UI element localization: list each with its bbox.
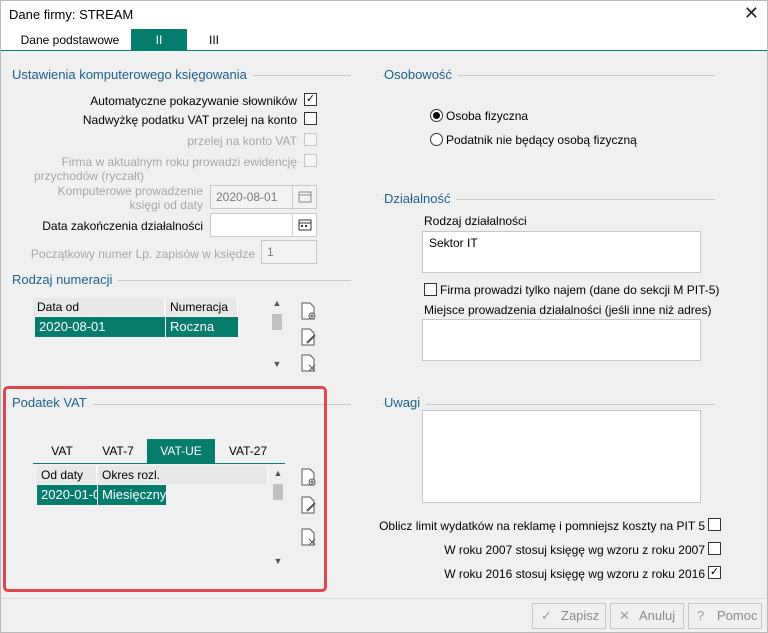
notes-opt1-label: Oblicz limit wydatków na reklamę i pomni… [379,519,705,533]
numbering-section-title: Rodzaj numeracji [12,272,119,287]
check-icon: ✓ [541,608,552,623]
vat-transfer-checkbox[interactable] [304,133,317,146]
vat-highlight-frame [3,386,327,592]
tab-dane-podstawowe[interactable]: Dane podstawowe [9,29,131,51]
window-title: Dane firmy: STREAM [9,7,134,22]
footer-divider [1,598,767,599]
radio-podatnik[interactable] [430,133,443,146]
start-lp-label: Początkowy numer Lp. zapisów w księdze [30,247,255,261]
start-lp-value: 1 [267,245,274,259]
auto-dict-checkbox[interactable]: ✓ [304,93,317,106]
tab-ii[interactable]: II [131,29,187,51]
save-button-label: Zapisz [561,608,600,623]
scroll-up-icon[interactable]: ▲ [270,298,284,312]
scroll-down-icon[interactable]: ▼ [270,359,284,373]
save-button[interactable]: ✓ Zapisz [532,603,606,629]
column-header[interactable]: Numeracja [166,298,238,316]
edit-document-icon[interactable] [299,327,317,347]
radio-osoba-fizyczna-label: Osoba fizyczna [446,109,529,123]
end-date-label: Data zakończenia działalności [42,219,203,233]
title-bar: Dane firmy: STREAM ✕ [1,1,767,29]
notes-opt1-checkbox[interactable] [708,518,721,531]
dialog-window: Dane firmy: STREAM ✕ Dane podstawowe II … [0,0,768,633]
rent-only-label: Firma prowadzi tylko najem (dane do sekc… [440,283,720,297]
activity-place-field[interactable] [422,319,701,361]
auto-dict-label: Automatyczne pokazywanie słowników [90,94,297,108]
help-button-label: Pomoc [717,608,758,623]
computer-from-label-1: Komputerowe prowadzenie [57,184,203,198]
numbering-row-type[interactable]: Roczna [166,317,238,337]
accounting-section-title: Ustawienia komputerowego księgowania [12,67,253,82]
vat-surplus-checkbox[interactable] [304,112,317,125]
section-divider [383,404,715,405]
notes-section-title: Uwagi [384,395,427,410]
tab-iii[interactable]: III [187,29,241,51]
personality-section-title: Osobowość [384,67,458,82]
notes-opt2-checkbox[interactable] [708,542,721,555]
radio-osoba-fizyczna[interactable] [430,109,443,122]
activity-section-title: Działalność [384,191,457,206]
close-icon[interactable]: ✕ [744,3,759,24]
calendar-icon[interactable] [292,186,316,208]
scroll-thumb[interactable] [272,314,282,330]
numbering-scrollbar[interactable]: ▲ ▼ [270,298,284,373]
cross-icon: ✕ [619,608,630,623]
vat-surplus-label: Nadwyżkę podatku VAT przelej na konto [82,113,297,127]
activity-type-label: Rodzaj działalności [424,214,527,228]
activity-place-label: Miejsce prowadzenia działalności (jeśli … [424,303,712,317]
start-lp-field[interactable]: 1 [261,240,317,264]
vat-transfer-label: przelej na konto VAT [187,134,297,148]
column-header[interactable]: Data od [33,298,165,316]
notes-opt3-checkbox[interactable]: ✓ [708,566,721,579]
delete-document-icon[interactable] [299,353,317,373]
activity-type-field[interactable]: Sektor IT [422,231,701,273]
activity-type-value: Sektor IT [429,236,478,250]
notes-opt2-label: W roku 2007 stosuj księgę wg wzoru z rok… [444,543,705,557]
cancel-button[interactable]: ✕ Anuluj [610,603,684,629]
revenue-records-checkbox[interactable] [304,154,317,167]
radio-podatnik-label: Podatnik nie będący osobą fizyczną [446,133,637,147]
computer-from-date-value: 2020-08-01 [216,190,278,204]
cancel-button-label: Anuluj [639,608,676,623]
revenue-records-label-2: przychodów (ryczałt) [34,169,145,183]
help-button[interactable]: ? Pomoc [688,603,762,629]
add-document-icon[interactable] [299,301,317,321]
notes-field[interactable] [422,410,701,503]
rent-only-checkbox[interactable] [424,283,437,296]
help-icon: ? [697,608,705,623]
numbering-row-date[interactable]: 2020-08-01 [35,317,165,337]
numbering-grid: Data od Numeracja 2020-08-01 Roczna [33,298,285,373]
computer-from-label-2: księgi od daty [129,198,203,212]
notes-opt3-label: W roku 2016 stosuj księgę wg wzoru z rok… [444,567,705,581]
revenue-records-label-1: Firma w aktualnym roku prowadzi ewidencj… [61,155,297,169]
calendar-icon[interactable] [292,214,316,236]
